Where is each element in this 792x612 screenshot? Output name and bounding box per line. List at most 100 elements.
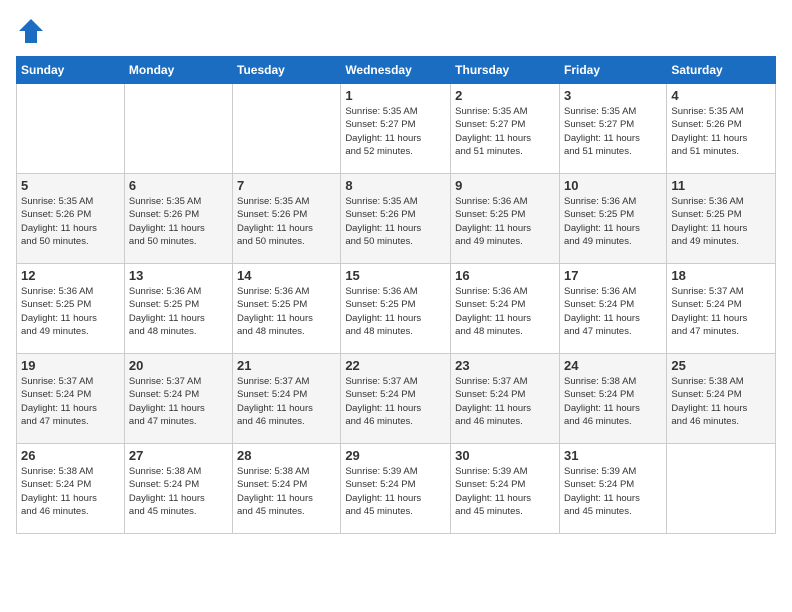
day-number: 14 xyxy=(237,268,336,283)
calendar-cell: 10Sunrise: 5:36 AM Sunset: 5:25 PM Dayli… xyxy=(559,174,666,264)
calendar-cell: 28 Sunrise: 5:38 AM Sunset: 5:24 PM Dayli… xyxy=(233,444,341,534)
calendar-cell: 1Sunrise: 5:35 AM Sunset: 5:27 PM Daylig… xyxy=(341,84,451,174)
day-info: Sunrise: 5:36 AM Sunset: 5:25 PM Dayligh… xyxy=(21,285,120,338)
day-number: 24 xyxy=(564,358,662,373)
calendar-cell xyxy=(667,444,776,534)
day-info: Sunrise: 5:35 AM Sunset: 5:26 PM Dayligh… xyxy=(237,195,336,248)
calendar: SundayMondayTuesdayWednesdayThursdayFrid… xyxy=(16,56,776,534)
day-info: Sunrise: 5:36 AM Sunset: 5:25 PM Dayligh… xyxy=(237,285,336,338)
day-number: 19 xyxy=(21,358,120,373)
calendar-cell: 13 Sunrise: 5:36 AM Sunset: 5:25 PM Dayli… xyxy=(124,264,232,354)
day-number: 2 xyxy=(455,88,555,103)
calendar-cell: 22 Sunrise: 5:37 AM Sunset: 5:24 PM Dayli… xyxy=(341,354,451,444)
day-info: Sunrise: 5:37 AM Sunset: 5:24 PM Dayligh… xyxy=(129,375,228,428)
logo-icon xyxy=(16,16,46,46)
calendar-cell: 27 Sunrise: 5:38 AM Sunset: 5:24 PM Dayli… xyxy=(124,444,232,534)
calendar-cell: 9 Sunrise: 5:36 AM Sunset: 5:25 PM Daylig… xyxy=(451,174,560,264)
day-info: Sunrise: 5:38 AM Sunset: 5:24 PM Dayligh… xyxy=(237,465,336,518)
calendar-cell: 14 Sunrise: 5:36 AM Sunset: 5:25 PM Dayli… xyxy=(233,264,341,354)
calendar-cell: 18 Sunrise: 5:37 AM Sunset: 5:24 PM Dayli… xyxy=(667,264,776,354)
day-number: 20 xyxy=(129,358,228,373)
calendar-cell: 30 Sunrise: 5:39 AM Sunset: 5:24 PM Dayli… xyxy=(451,444,560,534)
day-number: 27 xyxy=(129,448,228,463)
week-row-3: 12 Sunrise: 5:36 AM Sunset: 5:25 PM Dayli… xyxy=(17,264,776,354)
day-info: Sunrise: 5:38 AM Sunset: 5:24 PM Dayligh… xyxy=(21,465,120,518)
calendar-cell: 11 Sunrise: 5:36 AM Sunset: 5:25 PM Dayli… xyxy=(667,174,776,264)
day-info: Sunrise: 5:37 AM Sunset: 5:24 PM Dayligh… xyxy=(671,285,771,338)
weekday-header-friday: Friday xyxy=(559,57,666,84)
day-number: 6 xyxy=(129,178,228,193)
weekday-header-row: SundayMondayTuesdayWednesdayThursdayFrid… xyxy=(17,57,776,84)
day-number: 12 xyxy=(21,268,120,283)
day-info: Sunrise: 5:39 AM Sunset: 5:24 PM Dayligh… xyxy=(455,465,555,518)
weekday-header-monday: Monday xyxy=(124,57,232,84)
day-number: 26 xyxy=(21,448,120,463)
week-row-1: 1Sunrise: 5:35 AM Sunset: 5:27 PM Daylig… xyxy=(17,84,776,174)
day-info: Sunrise: 5:36 AM Sunset: 5:25 PM Dayligh… xyxy=(671,195,771,248)
calendar-cell: 3 Sunrise: 5:35 AM Sunset: 5:27 PM Daylig… xyxy=(559,84,666,174)
day-info: Sunrise: 5:35 AM Sunset: 5:27 PM Dayligh… xyxy=(345,105,446,158)
day-number: 3 xyxy=(564,88,662,103)
day-number: 8 xyxy=(345,178,446,193)
day-info: Sunrise: 5:36 AM Sunset: 5:25 PM Dayligh… xyxy=(455,195,555,248)
day-number: 11 xyxy=(671,178,771,193)
calendar-cell: 31Sunrise: 5:39 AM Sunset: 5:24 PM Dayli… xyxy=(559,444,666,534)
day-number: 28 xyxy=(237,448,336,463)
weekday-header-saturday: Saturday xyxy=(667,57,776,84)
day-number: 21 xyxy=(237,358,336,373)
weekday-header-wednesday: Wednesday xyxy=(341,57,451,84)
day-number: 9 xyxy=(455,178,555,193)
day-number: 13 xyxy=(129,268,228,283)
calendar-cell: 21 Sunrise: 5:37 AM Sunset: 5:24 PM Dayli… xyxy=(233,354,341,444)
day-number: 18 xyxy=(671,268,771,283)
day-info: Sunrise: 5:35 AM Sunset: 5:26 PM Dayligh… xyxy=(21,195,120,248)
calendar-cell xyxy=(17,84,125,174)
calendar-cell: 23 Sunrise: 5:37 AM Sunset: 5:24 PM Dayli… xyxy=(451,354,560,444)
weekday-header-thursday: Thursday xyxy=(451,57,560,84)
day-number: 30 xyxy=(455,448,555,463)
day-number: 4 xyxy=(671,88,771,103)
day-info: Sunrise: 5:36 AM Sunset: 5:25 PM Dayligh… xyxy=(129,285,228,338)
day-number: 7 xyxy=(237,178,336,193)
day-info: Sunrise: 5:37 AM Sunset: 5:24 PM Dayligh… xyxy=(345,375,446,428)
day-info: Sunrise: 5:35 AM Sunset: 5:27 PM Dayligh… xyxy=(455,105,555,158)
day-info: Sunrise: 5:35 AM Sunset: 5:26 PM Dayligh… xyxy=(671,105,771,158)
day-info: Sunrise: 5:35 AM Sunset: 5:27 PM Dayligh… xyxy=(564,105,662,158)
day-number: 16 xyxy=(455,268,555,283)
day-number: 10 xyxy=(564,178,662,193)
header xyxy=(16,16,776,46)
day-number: 23 xyxy=(455,358,555,373)
day-info: Sunrise: 5:36 AM Sunset: 5:25 PM Dayligh… xyxy=(345,285,446,338)
day-info: Sunrise: 5:35 AM Sunset: 5:26 PM Dayligh… xyxy=(129,195,228,248)
week-row-2: 5Sunrise: 5:35 AM Sunset: 5:26 PM Daylig… xyxy=(17,174,776,264)
calendar-cell: 19 Sunrise: 5:37 AM Sunset: 5:24 PM Dayli… xyxy=(17,354,125,444)
day-info: Sunrise: 5:37 AM Sunset: 5:24 PM Dayligh… xyxy=(21,375,120,428)
calendar-cell: 25 Sunrise: 5:38 AM Sunset: 5:24 PM Dayli… xyxy=(667,354,776,444)
weekday-header-sunday: Sunday xyxy=(17,57,125,84)
calendar-cell: 8 Sunrise: 5:35 AM Sunset: 5:26 PM Daylig… xyxy=(341,174,451,264)
calendar-cell: 29Sunrise: 5:39 AM Sunset: 5:24 PM Dayli… xyxy=(341,444,451,534)
day-info: Sunrise: 5:38 AM Sunset: 5:24 PM Dayligh… xyxy=(671,375,771,428)
calendar-cell xyxy=(233,84,341,174)
day-info: Sunrise: 5:36 AM Sunset: 5:24 PM Dayligh… xyxy=(455,285,555,338)
day-number: 15 xyxy=(345,268,446,283)
day-info: Sunrise: 5:39 AM Sunset: 5:24 PM Dayligh… xyxy=(345,465,446,518)
weekday-header-tuesday: Tuesday xyxy=(233,57,341,84)
calendar-cell: 6 Sunrise: 5:35 AM Sunset: 5:26 PM Daylig… xyxy=(124,174,232,264)
calendar-cell: 26 Sunrise: 5:38 AM Sunset: 5:24 PM Dayli… xyxy=(17,444,125,534)
calendar-cell: 4 Sunrise: 5:35 AM Sunset: 5:26 PM Daylig… xyxy=(667,84,776,174)
calendar-cell: 2 Sunrise: 5:35 AM Sunset: 5:27 PM Daylig… xyxy=(451,84,560,174)
calendar-cell xyxy=(124,84,232,174)
day-info: Sunrise: 5:38 AM Sunset: 5:24 PM Dayligh… xyxy=(564,375,662,428)
day-info: Sunrise: 5:39 AM Sunset: 5:24 PM Dayligh… xyxy=(564,465,662,518)
calendar-cell: 20 Sunrise: 5:37 AM Sunset: 5:24 PM Dayli… xyxy=(124,354,232,444)
day-info: Sunrise: 5:38 AM Sunset: 5:24 PM Dayligh… xyxy=(129,465,228,518)
calendar-cell: 7 Sunrise: 5:35 AM Sunset: 5:26 PM Daylig… xyxy=(233,174,341,264)
day-info: Sunrise: 5:37 AM Sunset: 5:24 PM Dayligh… xyxy=(237,375,336,428)
calendar-cell: 5Sunrise: 5:35 AM Sunset: 5:26 PM Daylig… xyxy=(17,174,125,264)
day-number: 22 xyxy=(345,358,446,373)
week-row-4: 19 Sunrise: 5:37 AM Sunset: 5:24 PM Dayli… xyxy=(17,354,776,444)
day-info: Sunrise: 5:37 AM Sunset: 5:24 PM Dayligh… xyxy=(455,375,555,428)
day-info: Sunrise: 5:35 AM Sunset: 5:26 PM Dayligh… xyxy=(345,195,446,248)
day-number: 25 xyxy=(671,358,771,373)
